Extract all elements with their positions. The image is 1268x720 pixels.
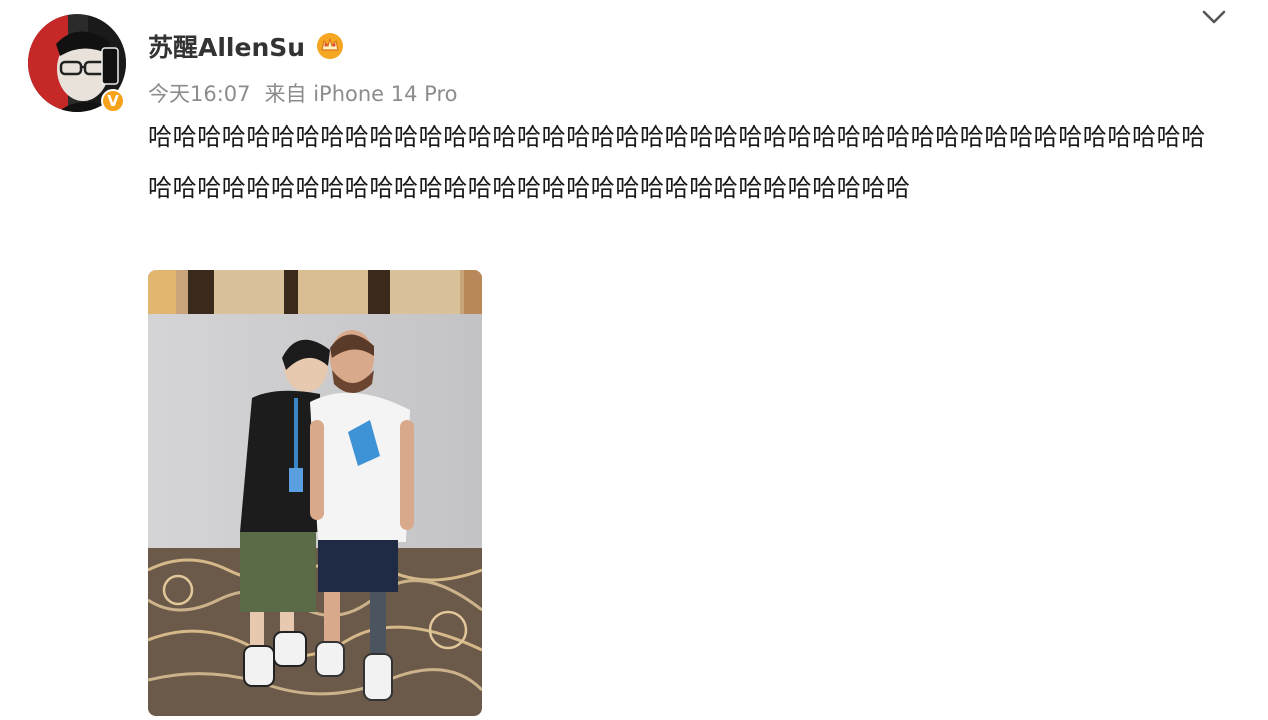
verified-badge-icon: V xyxy=(101,89,125,113)
post-meta: 今天16:07 来自 iPhone 14 Pro xyxy=(148,78,457,108)
post-timestamp[interactable]: 今天16:07 xyxy=(148,78,251,108)
two-people-posing-photo[interactable] xyxy=(148,270,482,716)
weibo-post: V 苏醒AllenSu 今天16:07 来自 iPhone 14 Pro 哈哈哈… xyxy=(0,0,1268,720)
post-text: 哈哈哈哈哈哈哈哈哈哈哈哈哈哈哈哈哈哈哈哈哈哈哈哈哈哈哈哈哈哈哈哈哈哈哈哈哈哈哈哈… xyxy=(148,123,1206,202)
chevron-down-icon[interactable] xyxy=(1198,4,1230,30)
username-row: 苏醒AllenSu xyxy=(148,28,345,64)
vip-crown-icon[interactable] xyxy=(315,31,345,61)
username[interactable]: 苏醒AllenSu xyxy=(148,28,305,64)
post-source: 来自 iPhone 14 Pro xyxy=(264,82,458,106)
